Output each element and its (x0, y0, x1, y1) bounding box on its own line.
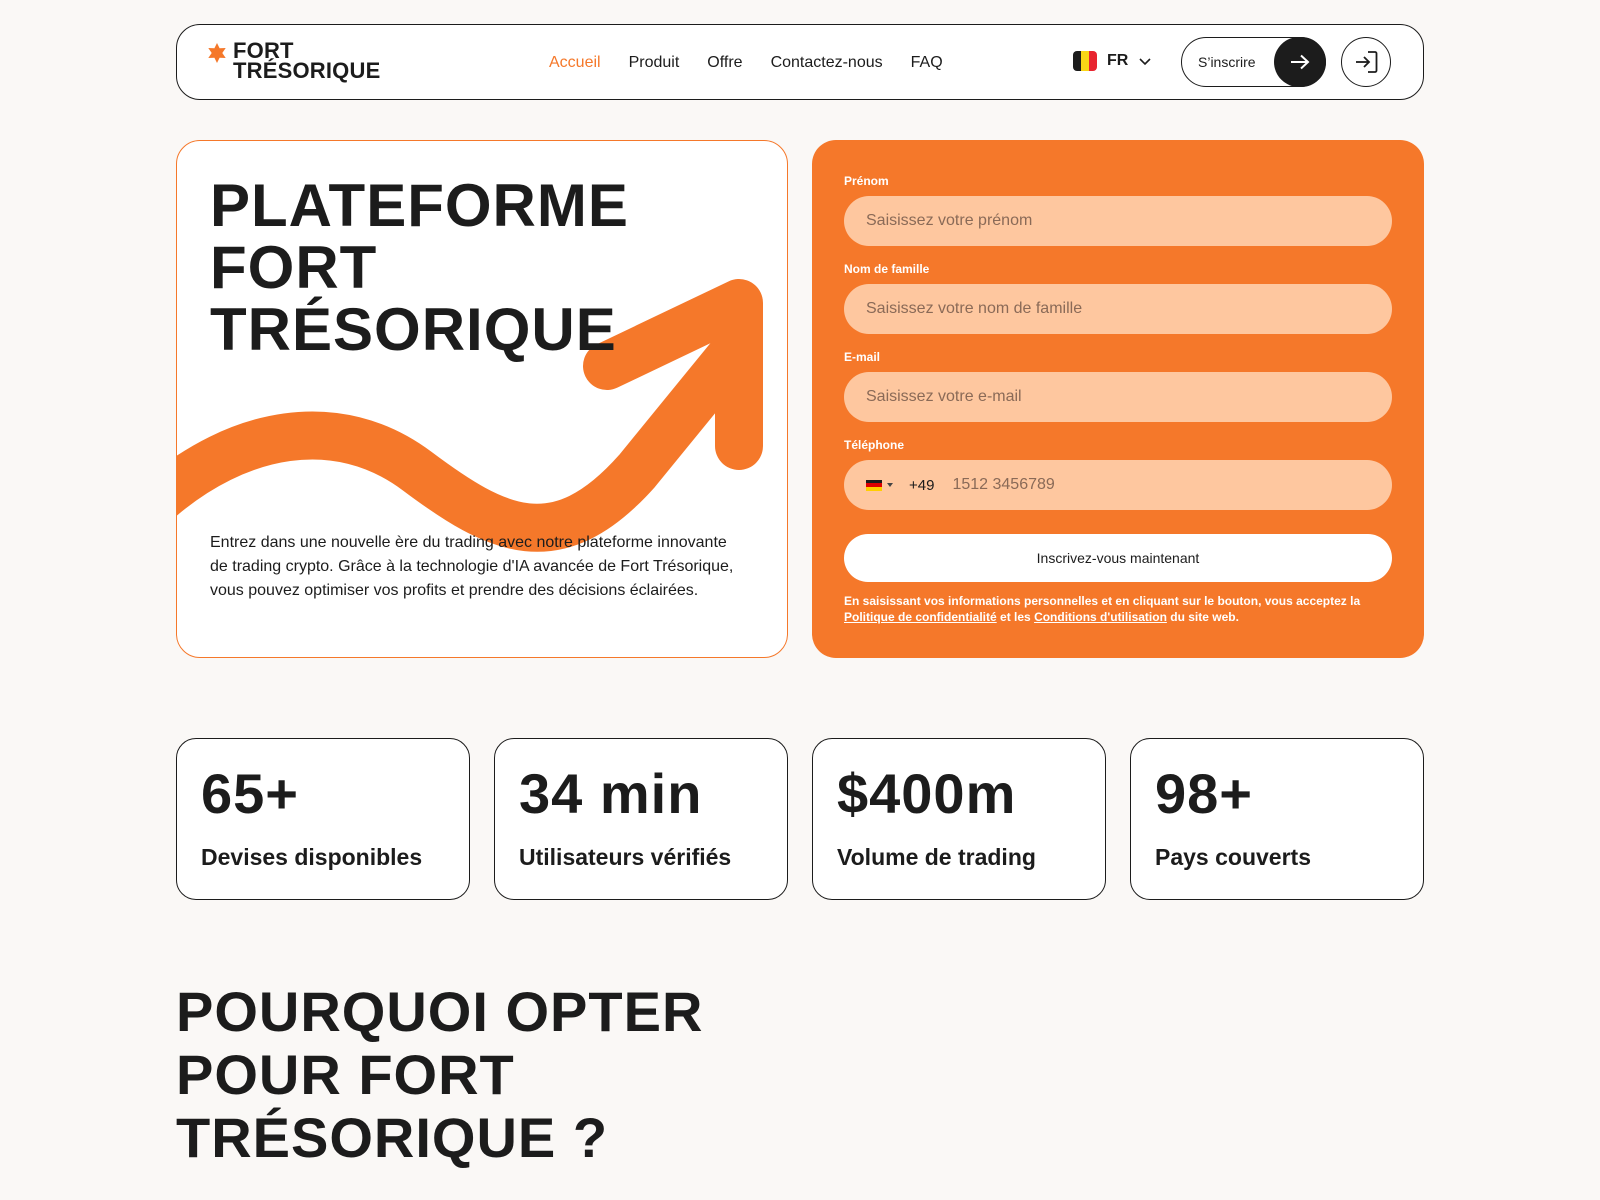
language-selector[interactable]: FR (1073, 51, 1152, 71)
stat-card-countries: 98+ Pays couverts (1130, 738, 1424, 900)
login-icon (1356, 51, 1378, 73)
logo-line-2: TRÉSORIQUE (233, 58, 381, 83)
first-name-field[interactable] (844, 196, 1392, 246)
stat-card-volume: $400m Volume de trading (812, 738, 1106, 900)
legal-prefix: En saisissant vos informations personnel… (844, 594, 1361, 608)
site-header: FORT TRÉSORIQUE Accueil Produit Offre Co… (176, 24, 1424, 100)
hero-card: PLATEFORME FORT TRÉSORIQUE Entrez dans u… (176, 140, 788, 658)
hero-title-line-2: FORT (210, 234, 378, 301)
why-title-line-1: POURQUOI OPTER (176, 980, 704, 1043)
logo[interactable]: FORT TRÉSORIQUE (207, 40, 381, 83)
why-title-line-3: TRÉSORIQUE ? (176, 1106, 609, 1169)
phone-dial-code: +49 (909, 476, 935, 494)
email-label: E-mail (844, 350, 881, 364)
stat-label: Volume de trading (837, 844, 1036, 870)
stat-value: $400m (837, 762, 1017, 825)
belgium-flag-icon (1073, 51, 1097, 71)
chevron-down-icon (1139, 58, 1151, 66)
why-title-line-2: POUR FORT (176, 1043, 515, 1106)
signup-form: Prénom Nom de famille E-mail Téléphone +… (812, 140, 1424, 658)
caret-down-icon[interactable] (887, 483, 893, 487)
stat-label: Utilisateurs vérifiés (519, 844, 732, 870)
language-code: FR (1107, 52, 1129, 69)
legal-suffix: du site web. (1170, 610, 1239, 624)
hero-title-line-1: PLATEFORME (210, 172, 629, 239)
arrow-right-icon (1274, 37, 1326, 87)
nav-item-faq[interactable]: FAQ (911, 54, 943, 72)
login-button[interactable] (1341, 37, 1391, 87)
stat-card-users: 34 min Utilisateurs vérifiés (494, 738, 788, 900)
signup-button[interactable]: S’inscrire (1181, 37, 1326, 87)
phone-label: Téléphone (844, 438, 905, 452)
germany-flag-icon[interactable] (866, 479, 882, 491)
logo-text: FORT TRÉSORIQUE (233, 40, 381, 83)
hero-title: PLATEFORME FORT TRÉSORIQUE (210, 175, 629, 361)
nav-item-accueil[interactable]: Accueil (549, 54, 601, 72)
stat-card-currencies: 65+ Devises disponibles (176, 738, 470, 900)
legal-notice: En saisissant vos informations personnel… (844, 593, 1384, 625)
main-nav: Accueil Produit Offre Contactez-nous FAQ (549, 25, 971, 101)
legal-and: et les (1000, 610, 1031, 624)
stat-value: 34 min (519, 762, 703, 825)
hero-description: Entrez dans une nouvelle ère du trading … (210, 534, 734, 599)
stat-label: Devises disponibles (201, 844, 423, 870)
email-field[interactable] (844, 372, 1392, 422)
first-name-label: Prénom (844, 174, 889, 188)
submit-button[interactable]: Inscrivez-vous maintenant (844, 534, 1392, 582)
stat-value: 65+ (201, 762, 299, 825)
star-icon (208, 43, 226, 63)
last-name-label: Nom de famille (844, 262, 930, 276)
hero-title-line-3: TRÉSORIQUE (210, 296, 617, 363)
signup-label: S’inscrire (1198, 54, 1256, 70)
phone-field-wrapper: +49 (844, 460, 1392, 510)
nav-item-offre[interactable]: Offre (707, 54, 742, 72)
why-section-title: POURQUOI OPTER POUR FORT TRÉSORIQUE ? (176, 980, 703, 1169)
terms-link[interactable]: Conditions d'utilisation (1034, 610, 1167, 624)
stat-value: 98+ (1155, 762, 1253, 825)
last-name-field[interactable] (844, 284, 1392, 334)
phone-field[interactable] (952, 461, 1392, 509)
privacy-policy-link[interactable]: Politique de confidentialité (844, 610, 997, 624)
stat-label: Pays couverts (1155, 844, 1311, 870)
nav-item-produit[interactable]: Produit (629, 54, 680, 72)
nav-item-contact[interactable]: Contactez-nous (771, 54, 883, 72)
